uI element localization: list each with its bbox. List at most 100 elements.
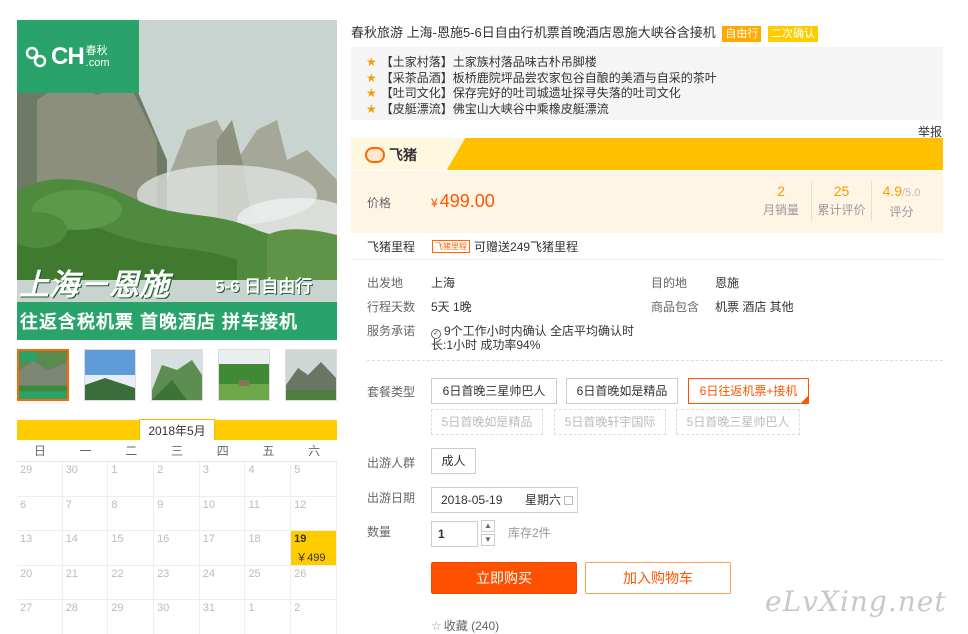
package-option-3[interactable]: 6日往返机票+接机 [688, 378, 809, 404]
package-option-5[interactable]: 5日首晚轩宇国际 [554, 409, 666, 435]
calendar-day-number: 2 [294, 602, 301, 614]
calendar-grid: 29 30 1 2 3 4 5 6 7 8 9 10 11 12 13 14 15 16 17 18 19 ￥499 20 2… [17, 462, 337, 634]
fliggy-banner: 飞猪 [351, 138, 943, 170]
calendar-day-number: 9 [157, 498, 164, 511]
calendar-day: 24 [199, 565, 246, 600]
miles-label: 飞猪里程 [367, 240, 416, 254]
selected-corner-icon [800, 395, 809, 404]
banner-title: 上海－恩施 5-6 日自由行 [17, 258, 337, 302]
calendar-day: 22 [108, 565, 155, 600]
calendar-day: 21 [62, 565, 109, 600]
date-label: 出游日期 [367, 491, 416, 505]
miles-row: 飞猪里程 飞猪里程 可赠送249飞猪里程 [367, 238, 578, 255]
package-option-4[interactable]: 5日首晚如是精品 [431, 409, 543, 435]
fliggy-icon [365, 147, 385, 163]
brand-logo: CH 春秋 .com [17, 20, 139, 93]
calendar-day: 28 [62, 600, 109, 634]
miles-text: 可赠送249飞猪里程 [474, 240, 579, 254]
calendar-day: 2 [154, 462, 200, 497]
favorite-link[interactable]: ☆ 收藏 (240) [431, 617, 499, 634]
package-option-6[interactable]: 5日首晚三星帅巴人 [676, 409, 800, 435]
calendar-day-number: 2 [157, 464, 164, 476]
thumbnail-strip [17, 349, 337, 403]
calendar-day-number: 22 [111, 567, 124, 580]
divider [351, 259, 943, 260]
service-line-2: 长:1小时 成功率94% [431, 338, 541, 352]
calendar-day-number: 17 [202, 533, 215, 545]
divider-dashed [367, 360, 943, 361]
thumbnail-1[interactable] [17, 349, 69, 401]
calendar-day: 10 [199, 496, 246, 531]
calendar-day-number: 25 [248, 567, 261, 580]
stat-value: 2 [777, 183, 785, 199]
package-option-1[interactable]: 6日首晚三星帅巴人 [431, 378, 557, 404]
banner-duration: 5-6 日自由行 [215, 277, 313, 296]
highlight-text: 【吐司文化】保存完好的吐司城遗址探寻失落的吐司文化 [380, 86, 681, 100]
calendar-day-number: 30 [65, 464, 78, 476]
highlight-text: 【土家村落】土家族村落品味古朴吊脚楼 [380, 55, 597, 69]
stat-reviews[interactable]: 25 累计评价 [811, 181, 871, 221]
calendar-day: 20 [17, 565, 63, 600]
to-label: 目的地 [651, 276, 688, 290]
calendar-day-number: 15 [111, 533, 124, 545]
calendar-weekday: 六 [308, 444, 321, 458]
calendar-day-number: 10 [202, 498, 215, 511]
highlight-item: ★ 【皮艇漂流】佛宝山大峡谷中乘橡皮艇漂流 [366, 102, 943, 118]
calendar-day-number: 27 [20, 602, 33, 614]
package-option-2[interactable]: 6日首晚如是精品 [566, 378, 678, 404]
highlight-item: ★ 【吐司文化】保存完好的吐司城遗址探寻失落的吐司文化 [366, 86, 943, 102]
calendar-day: 3 [199, 462, 246, 497]
calendar-weekday: 日 [33, 444, 46, 458]
calendar-day-number: 24 [202, 567, 215, 580]
buy-now-button[interactable]: 立即购买 [431, 562, 577, 594]
site-watermark: eLvXing.net [765, 585, 947, 618]
calendar-day-number: 1 [111, 464, 118, 476]
thumbnail-image [286, 350, 336, 400]
add-to-cart-button[interactable]: 加入购物车 [585, 562, 731, 594]
calendar-day: 31 [199, 600, 246, 634]
star-icon: ★ [366, 101, 377, 116]
thumbnail-4[interactable] [218, 349, 270, 401]
date-weekday: 星期六 [525, 493, 562, 507]
star-icon: ★ [366, 55, 377, 69]
price-panel: 价格 ¥499.00 2 月销量 25 累计评价 4.9/5.0 评分 [351, 171, 943, 233]
highlight-text: 【皮艇漂流】佛宝山大峡谷中乘橡皮艇漂流 [380, 101, 609, 116]
star-icon: ★ [366, 70, 377, 85]
product-highlights: ★ 【土家村落】土家族村落品味古朴吊脚楼 ★ 【采茶品酒】板桥鹿院坪品尝农家包谷自酿… [351, 47, 943, 120]
calendar-day-number: 31 [202, 602, 215, 614]
stat-value: 25 [833, 183, 850, 199]
calendar-weekday: 一 [79, 444, 92, 458]
quantity-decrease-button[interactable]: ▼ [481, 534, 495, 546]
calendar-day: 6 [17, 496, 63, 531]
stat-label: 评分 [889, 205, 914, 219]
calendar-day[interactable]: 19 ￥499 [291, 531, 337, 566]
thumbnail-3[interactable] [151, 349, 203, 401]
travel-date-picker[interactable]: 2018-05-19 星期六 [431, 487, 578, 513]
stock-text: 库存2件 [508, 526, 551, 540]
thumbnail-5[interactable] [285, 349, 337, 401]
favorite-count: (240) [471, 619, 500, 633]
stat-label: 月销量 [762, 203, 799, 217]
quantity-label: 数量 [367, 525, 392, 539]
date-calendar: 2018年5月 日一二三四五六 29 30 1 2 3 4 5 6 7 8 9 10 11 12 13 14 1… [17, 419, 337, 634]
quantity-increase-button[interactable]: ▲ [481, 520, 495, 532]
stat-value: 4.9/5.0 [872, 181, 931, 203]
calendar-day-number: 16 [157, 533, 170, 545]
calendar-day-number: 13 [20, 533, 33, 545]
thumbnail-2[interactable] [84, 349, 136, 401]
calendar-day: 23 [154, 565, 200, 600]
traveler-option-adult[interactable]: 成人 [431, 448, 476, 474]
calendar-day: 15 [108, 531, 155, 566]
quantity-input[interactable]: 1 [431, 521, 478, 547]
calendar-day: 13 [17, 531, 63, 566]
calendar-day: 29 [108, 600, 155, 634]
days-label: 行程天数 [367, 300, 416, 314]
calendar-day: 16 [154, 531, 200, 566]
stat-rating: 4.9/5.0 评分 [871, 181, 931, 221]
calendar-day-number: 5 [294, 464, 301, 476]
calendar-weekday: 四 [216, 444, 229, 458]
from-label: 出发地 [367, 276, 404, 290]
calendar-day: 7 [62, 496, 109, 531]
thumbnail-image [219, 350, 269, 400]
fliggy-logo: 飞猪 [365, 145, 417, 165]
